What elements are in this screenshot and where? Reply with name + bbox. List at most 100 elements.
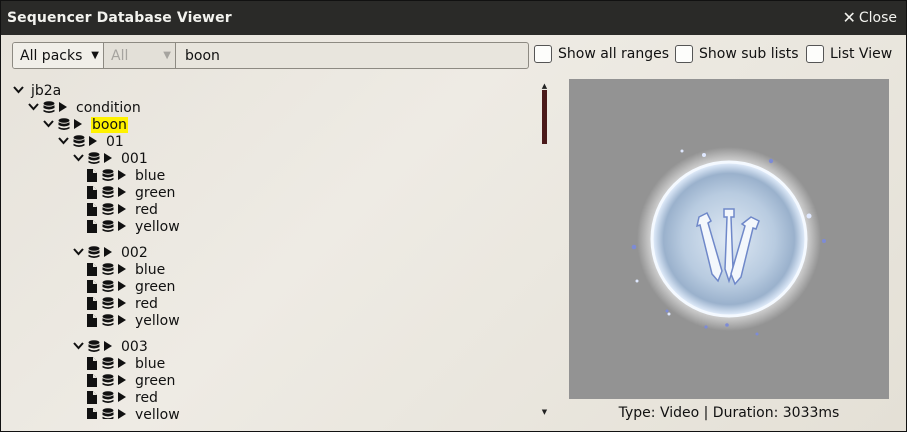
play-icon[interactable] <box>117 391 128 404</box>
show-all-ranges-label: Show all ranges <box>558 46 670 62</box>
chevron-down-icon[interactable] <box>43 118 54 131</box>
show-all-ranges-checkbox[interactable] <box>534 45 552 63</box>
tree-file-item[interactable]: yellow <box>87 312 180 329</box>
tree-item-label: boon <box>91 116 128 133</box>
database-icon[interactable] <box>102 408 114 419</box>
tree-item-label: green <box>135 278 176 295</box>
chevron-down-icon[interactable] <box>73 152 84 165</box>
show-all-ranges-toggle[interactable]: Show all ranges <box>534 45 669 63</box>
play-icon[interactable] <box>117 280 128 293</box>
tree-file-item[interactable]: yellow <box>87 406 180 419</box>
database-icon[interactable] <box>102 374 114 387</box>
play-icon[interactable] <box>103 152 114 165</box>
pack-select-value: All packs <box>20 47 83 64</box>
play-icon[interactable] <box>103 246 114 259</box>
file-icon <box>87 408 98 419</box>
chevron-down-icon[interactable] <box>73 340 84 353</box>
chevron-down-icon[interactable] <box>13 84 24 97</box>
play-icon[interactable] <box>117 314 128 327</box>
tree-file-item[interactable]: yellow <box>87 218 180 235</box>
tree-scrollbar[interactable]: ▲ ▼ <box>540 82 549 417</box>
play-icon[interactable] <box>117 374 128 387</box>
play-icon[interactable] <box>58 101 69 114</box>
scroll-down-icon[interactable]: ▼ <box>540 408 549 416</box>
database-icon[interactable] <box>102 357 114 370</box>
content-area: All packs ▼ All ▼ boon Show all ranges S… <box>1 35 906 431</box>
file-icon <box>87 280 98 293</box>
tree-folder-item[interactable]: condition <box>28 99 141 116</box>
tree-item-label: 002 <box>121 244 148 261</box>
show-sub-lists-checkbox[interactable] <box>675 45 693 63</box>
database-icon[interactable] <box>102 314 114 327</box>
database-icon[interactable] <box>102 297 114 310</box>
tree-item-label: condition <box>76 99 141 116</box>
chevron-down-icon[interactable] <box>58 135 69 148</box>
tree-file-item[interactable]: green <box>87 184 175 201</box>
toolbar: All packs ▼ All ▼ boon Show all ranges S… <box>12 42 896 69</box>
tree-file-item[interactable]: red <box>87 201 158 218</box>
database-icon[interactable] <box>102 220 114 233</box>
chevron-down-icon[interactable] <box>73 246 84 259</box>
pack-select[interactable]: All packs ▼ <box>13 43 104 68</box>
database-tree: jb2a condition boon 01 001 blue green red yellow… <box>13 82 533 419</box>
tree-item-label: blue <box>135 355 166 372</box>
database-icon[interactable] <box>102 186 114 199</box>
tree-file-item[interactable]: blue <box>87 167 165 184</box>
play-icon[interactable] <box>88 135 99 148</box>
tree-file-item[interactable]: green <box>87 372 175 389</box>
file-icon <box>87 374 98 387</box>
database-icon[interactable] <box>102 280 114 293</box>
filter-select[interactable]: All ▼ <box>104 43 176 68</box>
play-icon[interactable] <box>117 408 128 419</box>
play-icon[interactable] <box>117 186 128 199</box>
tree-file-item[interactable]: green <box>87 278 175 295</box>
close-icon: ✕ <box>842 8 856 27</box>
tree-file-item[interactable]: red <box>87 295 158 312</box>
scroll-thumb[interactable] <box>542 90 547 144</box>
tree-folder-item[interactable]: jb2a <box>13 82 61 99</box>
play-icon[interactable] <box>73 118 84 131</box>
play-icon[interactable] <box>117 220 128 233</box>
list-view-checkbox[interactable] <box>806 45 824 63</box>
database-icon[interactable] <box>102 203 114 216</box>
tree-item-label: yellow <box>135 218 180 235</box>
database-icon[interactable] <box>58 118 70 131</box>
play-icon[interactable] <box>117 203 128 216</box>
show-sub-lists-toggle[interactable]: Show sub lists <box>675 45 799 63</box>
close-button[interactable]: ✕ Close <box>842 8 897 27</box>
search-input[interactable]: boon <box>176 43 528 68</box>
file-icon <box>87 391 98 404</box>
play-icon[interactable] <box>117 297 128 310</box>
database-icon[interactable] <box>102 391 114 404</box>
tree-file-item[interactable]: blue <box>87 355 165 372</box>
scroll-up-icon[interactable]: ▲ <box>540 82 549 90</box>
play-icon[interactable] <box>117 263 128 276</box>
play-icon[interactable] <box>117 357 128 370</box>
file-icon <box>87 314 98 327</box>
tree-file-item[interactable]: red <box>87 389 158 406</box>
database-icon[interactable] <box>102 263 114 276</box>
database-icon[interactable] <box>88 152 100 165</box>
tree-item-label: jb2a <box>31 82 62 99</box>
chevron-down-icon[interactable] <box>28 101 39 114</box>
tree-folder-item[interactable]: boon <box>43 116 128 133</box>
tree-item-label: yellow <box>135 312 180 329</box>
tree-folder-item[interactable]: 002 <box>73 244 148 261</box>
database-icon[interactable] <box>73 135 85 148</box>
database-icon[interactable] <box>88 340 100 353</box>
database-icon[interactable] <box>43 101 55 114</box>
database-icon[interactable] <box>88 246 100 259</box>
file-icon <box>87 220 98 233</box>
tree-folder-item[interactable]: 01 <box>58 133 124 150</box>
list-view-toggle[interactable]: List View <box>806 45 892 63</box>
chevron-down-icon: ▼ <box>163 50 171 61</box>
file-icon <box>87 186 98 199</box>
play-icon[interactable] <box>117 169 128 182</box>
tree-file-item[interactable]: blue <box>87 261 165 278</box>
play-icon[interactable] <box>103 340 114 353</box>
title-bar[interactable]: Sequencer Database Viewer ✕ Close <box>1 1 906 35</box>
file-icon <box>87 357 98 370</box>
database-icon[interactable] <box>102 169 114 182</box>
tree-folder-item[interactable]: 003 <box>73 338 148 355</box>
tree-folder-item[interactable]: 001 <box>73 150 148 167</box>
